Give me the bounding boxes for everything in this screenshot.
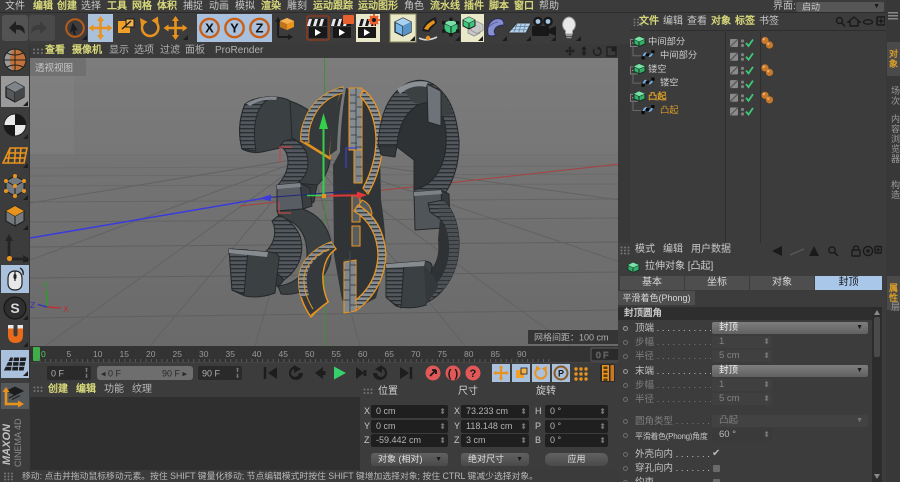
svg-text:镂空: 镂空 <box>660 77 679 88</box>
svg-text:50: 50 <box>305 349 315 359</box>
svg-text:80: 80 <box>464 349 474 359</box>
svg-text:网格间距：100 cm: 网格间距：100 cm <box>534 332 609 343</box>
svg-text:中间部分: 中间部分 <box>660 49 697 60</box>
svg-text:5: 5 <box>67 349 72 359</box>
svg-text:⬆: ⬆ <box>84 367 89 374</box>
svg-text:X: X <box>205 21 214 36</box>
svg-text:X: X <box>63 304 69 314</box>
svg-text:凸起: 凸起 <box>660 105 679 115</box>
svg-text:30: 30 <box>199 349 209 359</box>
svg-text:0: 0 <box>41 349 46 359</box>
svg-text:⬇: ⬇ <box>235 373 240 380</box>
svg-text:P: P <box>558 369 564 379</box>
svg-text:Y: Y <box>43 280 49 290</box>
svg-text:CINEMA 4D: CINEMA 4D <box>13 418 23 467</box>
svg-text:凸起: 凸起 <box>648 90 667 101</box>
svg-text:85: 85 <box>491 349 501 359</box>
svg-text:0 F: 0 F <box>51 369 65 379</box>
svg-text:S: S <box>10 300 19 316</box>
svg-text:Z: Z <box>30 300 35 310</box>
svg-text:中间部分: 中间部分 <box>648 36 685 47</box>
svg-text:15: 15 <box>120 349 130 359</box>
svg-text:90: 90 <box>517 349 527 359</box>
svg-text:10: 10 <box>93 349 103 359</box>
svg-text:40: 40 <box>252 349 262 359</box>
svg-text:透视视图: 透视视图 <box>35 62 73 74</box>
svg-text:60: 60 <box>358 349 368 359</box>
svg-text:75: 75 <box>438 349 448 359</box>
svg-text:( ): ( ) <box>448 368 459 380</box>
svg-text:25: 25 <box>173 349 183 359</box>
svg-text:70: 70 <box>411 349 421 359</box>
svg-text:20: 20 <box>146 349 156 359</box>
svg-text:45: 45 <box>279 349 289 359</box>
svg-text:55: 55 <box>332 349 342 359</box>
svg-text:?: ? <box>470 368 477 380</box>
svg-text:0 F: 0 F <box>596 350 608 360</box>
svg-text:90 F: 90 F <box>202 369 221 379</box>
svg-text:35: 35 <box>226 349 236 359</box>
svg-text:MAXON: MAXON <box>1 423 13 465</box>
svg-text:65: 65 <box>385 349 395 359</box>
svg-text:镂空: 镂空 <box>648 63 667 74</box>
svg-text:⬇: ⬇ <box>84 373 89 380</box>
svg-text:90 F ▸: 90 F ▸ <box>162 369 188 379</box>
svg-text:Y: Y <box>230 21 239 36</box>
svg-text:⬆: ⬆ <box>235 367 240 374</box>
svg-text:◂ 0 F: ◂ 0 F <box>101 369 122 379</box>
svg-text:Z: Z <box>256 21 264 36</box>
